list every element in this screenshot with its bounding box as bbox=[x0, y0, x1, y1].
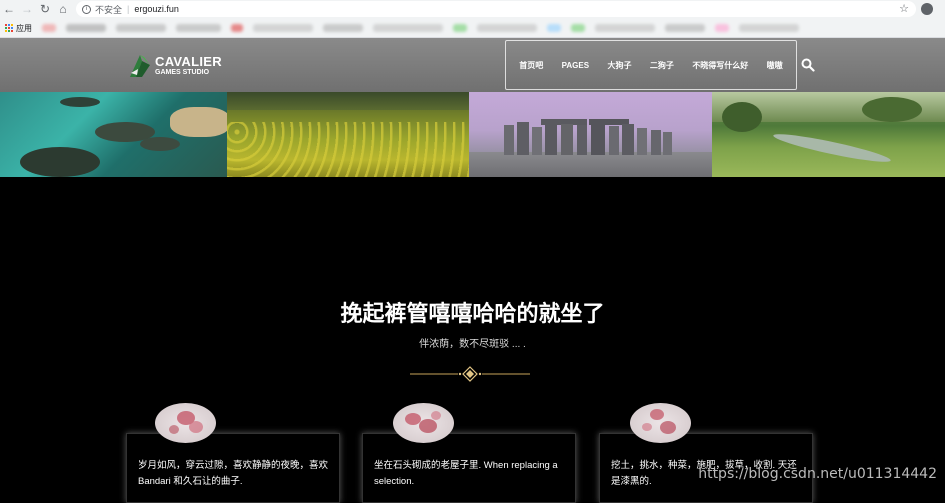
bookmark-item[interactable] bbox=[477, 24, 537, 32]
apps-icon[interactable] bbox=[4, 24, 13, 33]
hero-image-river bbox=[712, 92, 945, 177]
logo-mark-icon bbox=[130, 55, 150, 77]
search-icon[interactable] bbox=[801, 58, 815, 72]
main-nav: 首页吧 PAGES 大狗子 二狗子 不晓得写什么好 嗷嗷 bbox=[505, 40, 797, 90]
ornament-divider-icon bbox=[410, 366, 530, 382]
omnibox[interactable]: i 不安全 | ergouzi.fun bbox=[76, 1, 916, 17]
page-title: 挽起裤管嘻嘻哈哈的就坐了 bbox=[340, 301, 605, 326]
hero-image-strip bbox=[0, 92, 945, 177]
nav-item-whatever[interactable]: 不晓得写什么好 bbox=[692, 60, 748, 71]
watermark-text: https://blog.csdn.net/u011314442 bbox=[698, 466, 937, 482]
logo-line2: GAMES STUDIO bbox=[155, 68, 210, 76]
info-icon[interactable]: i bbox=[82, 4, 91, 14]
page-subtitle: 伴浓荫，数不尽斑驳 ... . bbox=[419, 339, 526, 350]
nav-item-pages[interactable]: PAGES bbox=[562, 61, 589, 70]
nav-item-ergouzi[interactable]: 二狗子 bbox=[650, 60, 674, 71]
hero-image-coast bbox=[0, 92, 227, 177]
bookmark-item[interactable] bbox=[715, 24, 729, 32]
bookmark-item[interactable] bbox=[571, 24, 585, 32]
bookmark-item[interactable] bbox=[739, 24, 799, 32]
forward-icon[interactable]: → bbox=[18, 0, 36, 18]
back-icon[interactable]: ← bbox=[0, 0, 18, 18]
browser-chrome: ← → ↻ ⌂ i 不安全 | ergouzi.fun ☆ 应用 bbox=[0, 0, 945, 38]
bookmark-item[interactable] bbox=[116, 24, 166, 32]
url-separator: | bbox=[127, 4, 130, 14]
bookmark-item[interactable] bbox=[453, 24, 467, 32]
card-text: 岁月如风，穿云过隙，喜欢静静的夜晚，喜欢Bandari 和久石让的曲子. bbox=[138, 460, 329, 487]
card-image bbox=[393, 403, 454, 443]
bookmark-item[interactable] bbox=[42, 24, 56, 32]
bookmark-item[interactable] bbox=[547, 24, 561, 32]
bookmark-item[interactable] bbox=[665, 24, 705, 32]
nav-item-dagouzi[interactable]: 大狗子 bbox=[607, 60, 631, 71]
url-text[interactable]: ergouzi.fun bbox=[134, 4, 179, 14]
card-text: 坐在石头砌成的老屋子里. When replacing a selection. bbox=[374, 460, 558, 487]
nav-item-home[interactable]: 首页吧 bbox=[519, 60, 543, 71]
reload-icon[interactable]: ↻ bbox=[36, 0, 54, 18]
bookmark-item[interactable] bbox=[176, 24, 221, 32]
card-image bbox=[155, 403, 216, 443]
bookmark-item[interactable] bbox=[66, 24, 106, 32]
apps-label[interactable]: 应用 bbox=[16, 23, 32, 34]
card-image bbox=[630, 403, 691, 443]
bookmark-item[interactable] bbox=[253, 24, 313, 32]
feature-card[interactable]: 岁月如风，穿云过隙，喜欢静静的夜晚，喜欢Bandari 和久石让的曲子. bbox=[126, 433, 340, 503]
logo-line1: CAVALIER bbox=[155, 53, 222, 69]
profile-avatar-icon[interactable] bbox=[921, 3, 933, 15]
security-label: 不安全 bbox=[95, 4, 123, 15]
bookmark-item[interactable] bbox=[231, 24, 243, 32]
address-bar-row: ← → ↻ ⌂ i 不安全 | ergouzi.fun ☆ bbox=[0, 0, 945, 18]
nav-item-aoao[interactable]: 嗷嗷 bbox=[767, 60, 783, 71]
site-header: CAVALIER GAMES STUDIO 首页吧 PAGES 大狗子 二狗子 … bbox=[0, 38, 945, 92]
site-logo[interactable]: CAVALIER GAMES STUDIO bbox=[128, 51, 222, 79]
home-icon[interactable]: ⌂ bbox=[54, 0, 72, 18]
bookmark-item[interactable] bbox=[373, 24, 443, 32]
bookmark-item[interactable] bbox=[595, 24, 655, 32]
feature-card[interactable]: 坐在石头砌成的老屋子里. When replacing a selection. bbox=[362, 433, 576, 503]
bookmarks-bar: 应用 bbox=[0, 19, 945, 37]
hero-image-meadow bbox=[227, 92, 469, 177]
bookmark-item[interactable] bbox=[323, 24, 363, 32]
hero-image-stonehenge bbox=[469, 92, 712, 177]
logo-text: CAVALIER GAMES STUDIO bbox=[155, 55, 222, 76]
bookmark-star-icon[interactable]: ☆ bbox=[899, 2, 909, 15]
